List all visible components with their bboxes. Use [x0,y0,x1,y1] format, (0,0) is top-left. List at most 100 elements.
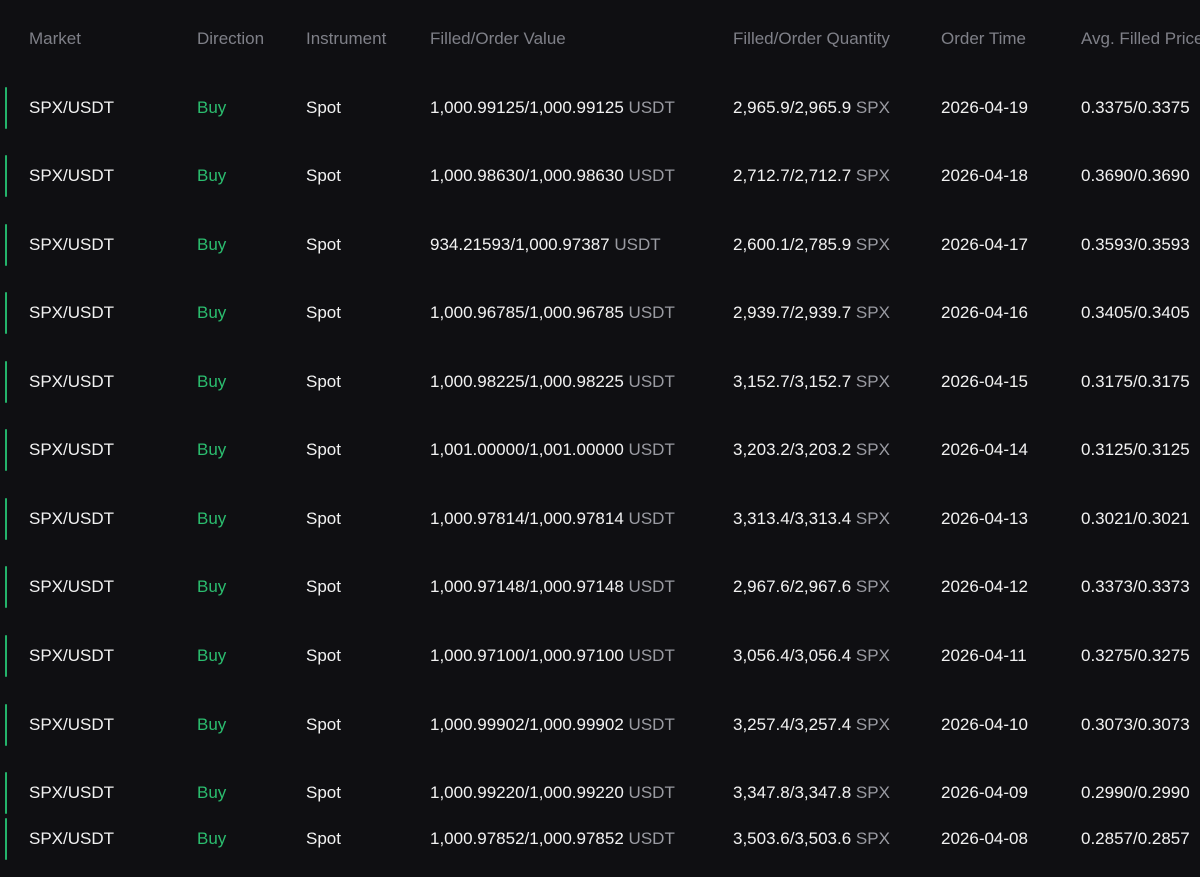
market-cell: SPX/USDT [29,303,115,322]
market-cell: SPX/USDT [29,98,115,117]
value-text: 1,000.97148/1,000.97148 [430,577,624,596]
table-row[interactable]: SPX/USDT Buy Spot 1,000.97148/1,000.9714… [0,557,1200,625]
value-cell: 1,000.99125/1,000.99125 USDT [430,98,675,118]
quantity-cell: 3,152.7/3,152.7 SPX [733,372,890,392]
order-time-cell: 2026-04-17 [941,235,1028,254]
instrument-cell: Spot [306,235,341,254]
quantity-cell: 2,600.1/2,785.9 SPX [733,235,890,255]
row-marker [5,704,7,746]
avg-price-cell: 0.3021/0.3021 [1081,509,1190,528]
market-cell: SPX/USDT [29,715,115,734]
market-cell: SPX/USDT [29,646,115,665]
row-marker [5,155,7,197]
value-cell: 934.21593/1,000.97387 USDT [430,235,661,255]
direction-cell: Buy [197,646,227,665]
value-text: 1,001.00000/1,001.00000 [430,440,624,459]
quantity-text: 2,939.7/2,939.7 [733,303,852,322]
value-cell: 1,000.99902/1,000.99902 USDT [430,715,675,735]
column-header-direction[interactable]: Direction [197,29,264,49]
value-cell: 1,000.97148/1,000.97148 USDT [430,577,675,597]
order-time-cell: 2026-04-10 [941,715,1028,734]
direction-cell: Buy [197,577,227,596]
quantity-cell: 2,965.9/2,965.9 SPX [733,98,890,118]
column-header-value[interactable]: Filled/Order Value [430,29,566,49]
instrument-cell: Spot [306,715,341,734]
table-row[interactable]: SPX/USDT Buy Spot 1,000.99902/1,000.9990… [0,695,1200,763]
table-row[interactable]: SPX/USDT Buy Spot 1,000.99125/1,000.9912… [0,78,1200,146]
market-cell: SPX/USDT [29,372,115,391]
column-header-order-time[interactable]: Order Time [941,29,1026,49]
row-marker [5,361,7,403]
row-marker [5,498,7,540]
direction-cell: Buy [197,98,227,117]
table-row[interactable]: SPX/USDT Buy Spot 1,000.98630/1,000.9863… [0,146,1200,214]
direction-cell: Buy [197,509,227,528]
value-unit: USDT [628,98,675,117]
order-time-cell: 2026-04-19 [941,98,1028,117]
column-header-market[interactable]: Market [29,29,81,49]
row-marker [5,429,7,471]
quantity-cell: 3,257.4/3,257.4 SPX [733,715,890,735]
quantity-unit: SPX [855,509,890,528]
table-row[interactable]: SPX/USDT Buy Spot 1,000.97852/1,000.9785… [0,809,1200,877]
value-cell: 1,000.99220/1,000.99220 USDT [430,783,675,803]
table-row[interactable]: SPX/USDT Buy Spot 1,000.97100/1,000.9710… [0,626,1200,694]
quantity-text: 3,257.4/3,257.4 [733,715,852,734]
value-text: 1,000.99220/1,000.99220 [430,783,624,802]
quantity-cell: 2,939.7/2,939.7 SPX [733,303,890,323]
table-header: Market Direction Instrument Filled/Order… [0,0,1200,78]
quantity-cell: 3,203.2/3,203.2 SPX [733,440,890,460]
value-text: 1,000.96785/1,000.96785 [430,303,624,322]
table-row[interactable]: SPX/USDT Buy Spot 1,000.98225/1,000.9822… [0,352,1200,420]
value-text: 1,000.99902/1,000.99902 [430,715,624,734]
quantity-unit: SPX [855,372,890,391]
avg-price-cell: 0.2990/0.2990 [1081,783,1190,802]
quantity-text: 2,600.1/2,785.9 [733,235,852,254]
table-row[interactable]: SPX/USDT Buy Spot 1,000.97814/1,000.9781… [0,489,1200,557]
market-cell: SPX/USDT [29,166,115,185]
value-unit: USDT [628,646,675,665]
table-row[interactable]: SPX/USDT Buy Spot 934.21593/1,000.97387 … [0,215,1200,283]
direction-cell: Buy [197,440,227,459]
value-text: 1,000.97852/1,000.97852 [430,829,624,848]
table-row[interactable]: SPX/USDT Buy Spot 1,001.00000/1,001.0000… [0,420,1200,488]
column-header-instrument[interactable]: Instrument [306,29,386,49]
instrument-cell: Spot [306,646,341,665]
quantity-text: 2,967.6/2,967.6 [733,577,852,596]
avg-price-cell: 0.3405/0.3405 [1081,303,1190,322]
quantity-unit: SPX [855,440,890,459]
quantity-unit: SPX [855,235,890,254]
direction-cell: Buy [197,783,227,802]
quantity-cell: 3,503.6/3,503.6 SPX [733,829,890,849]
direction-cell: Buy [197,715,227,734]
market-cell: SPX/USDT [29,577,115,596]
column-header-quantity[interactable]: Filled/Order Quantity [733,29,890,49]
value-text: 934.21593/1,000.97387 [430,235,610,254]
instrument-cell: Spot [306,166,341,185]
instrument-cell: Spot [306,372,341,391]
value-text: 1,000.97100/1,000.97100 [430,646,624,665]
instrument-cell: Spot [306,509,341,528]
instrument-cell: Spot [306,98,341,117]
quantity-text: 3,152.7/3,152.7 [733,372,852,391]
quantity-cell: 3,056.4/3,056.4 SPX [733,646,890,666]
order-time-cell: 2026-04-11 [941,646,1027,665]
row-marker [5,224,7,266]
quantity-text: 2,712.7/2,712.7 [733,166,852,185]
value-unit: USDT [614,235,661,254]
value-text: 1,000.99125/1,000.99125 [430,98,624,117]
value-unit: USDT [628,715,675,734]
column-header-avg-price[interactable]: Avg. Filled Price [1081,29,1200,49]
value-cell: 1,000.97100/1,000.97100 USDT [430,646,675,666]
quantity-cell: 2,967.6/2,967.6 SPX [733,577,890,597]
order-time-cell: 2026-04-14 [941,440,1028,459]
instrument-cell: Spot [306,577,341,596]
avg-price-cell: 0.3593/0.3593 [1081,235,1190,254]
value-unit: USDT [628,509,675,528]
avg-price-cell: 0.3375/0.3375 [1081,98,1190,117]
quantity-unit: SPX [855,577,890,596]
avg-price-cell: 0.3073/0.3073 [1081,715,1190,734]
quantity-cell: 3,313.4/3,313.4 SPX [733,509,890,529]
table-row[interactable]: SPX/USDT Buy Spot 1,000.96785/1,000.9678… [0,283,1200,351]
value-cell: 1,000.97814/1,000.97814 USDT [430,509,675,529]
